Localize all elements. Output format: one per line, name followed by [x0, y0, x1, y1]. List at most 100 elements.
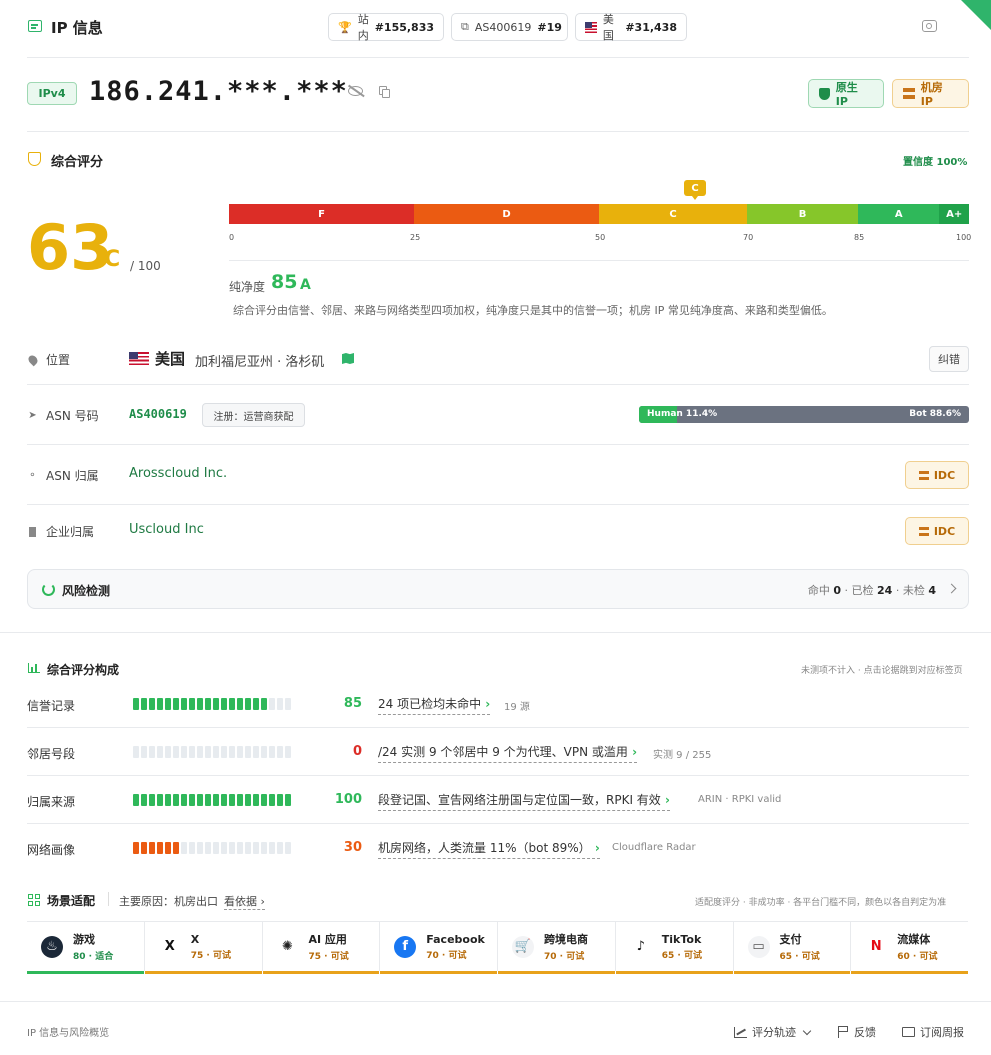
meter-block: [165, 698, 171, 710]
breakdown-row-label: 信誉记录: [27, 699, 76, 713]
grade-marker: C: [684, 180, 706, 200]
meter-block: [157, 842, 163, 854]
camera-icon[interactable]: [922, 20, 937, 32]
pin-icon: [26, 353, 39, 366]
meter-block: [141, 794, 147, 806]
footer-caption: IP 信息与风险概览: [27, 1028, 110, 1039]
subscribe-button[interactable]: 订阅周报: [902, 1024, 964, 1040]
chevron-right-icon: [946, 583, 957, 594]
breakdown-evidence-link[interactable]: 24 项已检均未命中 ›: [378, 695, 491, 715]
scene-card-x[interactable]: X X 75 · 可试: [144, 921, 262, 974]
evidence-link[interactable]: 看依据 ›: [224, 893, 265, 910]
server-icon: [918, 470, 929, 480]
breakdown-score: 0: [352, 744, 362, 759]
meter-block: [221, 698, 227, 710]
breakdown-evidence-link[interactable]: /24 实测 9 个邻居中 9 个为代理、VPN 或滥用 ›: [378, 743, 638, 763]
page-title: IP 信息: [51, 19, 103, 37]
meter-block: [197, 746, 203, 758]
grade-segment-d: D: [414, 204, 599, 224]
meter-block: [269, 794, 275, 806]
scene-card-netflix[interactable]: N 流媒体 60 · 可试: [851, 921, 968, 974]
scene-score: 70 · 可试: [426, 950, 467, 961]
chevron-down-icon: [802, 1026, 812, 1035]
meter-block: [253, 698, 259, 710]
meter-block: [253, 842, 259, 854]
meter-block: [245, 746, 251, 758]
meter-block: [205, 746, 211, 758]
meter-block: [197, 842, 203, 854]
grade-segment-a-plus: A+: [939, 204, 969, 224]
confidence-label: 置信度 100%: [903, 157, 968, 168]
meter-block: [237, 794, 243, 806]
asn-idc-tag[interactable]: IDC: [905, 461, 969, 489]
breakdown-evidence-link[interactable]: 段登记国、宣告网络注册国与定位国一致，RPKI 有效 ›: [378, 791, 670, 811]
meter-block: [157, 746, 163, 758]
meter-block: [181, 746, 187, 758]
meter-block: [133, 842, 139, 854]
correct-button[interactable]: 纠错: [929, 346, 969, 372]
netflix-icon: N: [865, 935, 888, 958]
breakdown-source-note: 实测 9 / 255: [653, 750, 712, 761]
risk-detection-card[interactable]: 风险检测 命中 0 · 已检 24 · 未检 4: [27, 569, 969, 609]
meter-block: [165, 842, 171, 854]
breakdown-source-note: 19 源: [504, 702, 530, 713]
datacenter-ip-tag[interactable]: 机房 IP: [892, 79, 969, 108]
scene-card-facebook[interactable]: f Facebook 70 · 可试: [380, 921, 497, 974]
ip-info-icon: [28, 20, 42, 32]
meter-block: [213, 794, 219, 806]
meter-block: [205, 794, 211, 806]
org-label: 企业归属: [27, 523, 94, 540]
native-ip-tag[interactable]: 原生 IP: [808, 79, 884, 108]
scene-name: 游戏: [73, 933, 95, 946]
feedback-button[interactable]: 反馈: [838, 1024, 876, 1040]
breakdown-evidence-link[interactable]: 机房网络，人类流量 11%（bot 89%） ›: [378, 839, 600, 859]
meter-block: [269, 698, 275, 710]
meter-block: [285, 794, 291, 806]
ip-version-badge: IPv4: [27, 82, 77, 105]
country-rank-pill[interactable]: 美国 #31,438: [575, 13, 687, 42]
scene-card-card[interactable]: ▭ 支付 65 · 可试: [733, 921, 851, 974]
breakdown-source-note: Cloudflare Radar: [612, 842, 696, 853]
score-trend-button[interactable]: 评分轨迹: [734, 1024, 812, 1040]
scene-name: 跨境电商: [544, 933, 588, 946]
scenes-reason: 主要原因：机房出口: [119, 895, 218, 908]
meter-block: [157, 698, 163, 710]
org-idc-tag[interactable]: IDC: [905, 517, 969, 545]
meter-block: [149, 698, 155, 710]
meter-block: [213, 746, 219, 758]
breakdown-row-label: 归属来源: [27, 795, 76, 809]
eye-off-icon[interactable]: [348, 84, 365, 97]
cart-icon: 🛒: [512, 935, 534, 958]
trend-icon: [734, 1026, 747, 1038]
risk-summary: 命中 0 · 已检 24 · 未检 4: [807, 584, 936, 597]
meter-block: [181, 794, 187, 806]
grade-tick: 70: [743, 233, 754, 242]
meter-block: [277, 698, 283, 710]
meter-block: [165, 794, 171, 806]
meter-block: [149, 842, 155, 854]
meter-block: [133, 794, 139, 806]
meter-block: [149, 794, 155, 806]
meter-block: [261, 842, 267, 854]
scene-card-steam[interactable]: ♨ 游戏 80 · 适合: [27, 921, 144, 974]
meter-block: [221, 746, 227, 758]
scene-card-openai[interactable]: ✺ AI 应用 75 · 可试: [262, 921, 380, 974]
scene-name: 流媒体: [897, 933, 931, 946]
shield-icon: [28, 152, 41, 166]
asn-rank-pill[interactable]: ⧉ AS400619 #19: [451, 13, 568, 41]
meter-block: [245, 698, 251, 710]
corner-ribbon: [961, 0, 991, 30]
x-icon: X: [158, 935, 181, 958]
map-icon[interactable]: [342, 353, 354, 364]
copy-icon[interactable]: [379, 86, 391, 98]
scene-card-cart[interactable]: 🛒 跨境电商 70 · 可试: [498, 921, 615, 974]
site-rank-pill[interactable]: 🏆 站内 #155,833: [328, 13, 444, 42]
breakdown-source-note: ARIN · RPKI valid: [698, 794, 782, 805]
ip-address: 186.241.***.***: [89, 76, 348, 107]
breakdown-hint: 未测项不计入 · 点击论据跳到对应标签页: [801, 666, 963, 676]
scene-card-tiktok[interactable]: ♪ TikTok 65 · 可试: [615, 921, 733, 974]
meter-block: [229, 842, 235, 854]
asn-number[interactable]: AS400619: [129, 407, 187, 421]
breakdown-score: 30: [343, 840, 362, 855]
facebook-icon: f: [394, 935, 417, 958]
